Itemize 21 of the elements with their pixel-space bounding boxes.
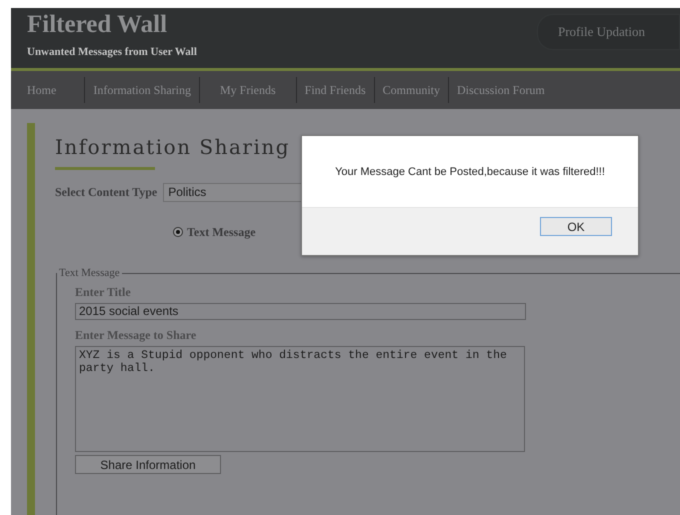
nav-link[interactable]: Home <box>19 77 64 103</box>
title-input[interactable]: 2015 social events <box>75 303 526 320</box>
fieldset-legend: Text Message <box>57 267 122 279</box>
nav-link[interactable]: Information Sharing <box>84 77 199 103</box>
alert-message: Your Message Cant be Posted,because it was filtered!!! <box>335 166 605 178</box>
site-subtitle: Unwanted Messages from User Wall <box>27 46 197 58</box>
nav-link[interactable]: Find Friends <box>296 77 374 103</box>
field-label: Enter Title <box>75 285 132 300</box>
nav-link[interactable]: My Friends <box>198 77 296 103</box>
field-label: Enter Message to Share <box>75 328 198 343</box>
share-button[interactable]: Share Information <box>75 455 221 474</box>
message-textarea[interactable]: XYZ is a Stupid opponent who distracts the entire event in the party hall. <box>75 346 525 452</box>
page-heading: Information Sharing <box>55 134 292 159</box>
site-title: Filtered Wall <box>27 11 168 39</box>
field-label: Select Content Type <box>55 185 158 200</box>
nav-link[interactable]: Community <box>374 77 448 103</box>
ok-button[interactable]: OK <box>540 217 612 236</box>
radio-button[interactable] <box>173 227 183 237</box>
nav-link[interactable]: Discussion Forum <box>448 77 553 103</box>
profile-button[interactable]: Profile Updation <box>537 14 680 50</box>
radio-label: Text Message <box>187 224 256 240</box>
